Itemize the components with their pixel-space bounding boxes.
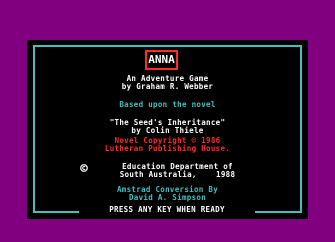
publisher-line: Lutheran Publishing House.: [104, 144, 231, 153]
based-on-line: Based upon the novel: [119, 100, 216, 109]
press-any-key-prompt[interactable]: PRESS ANY KEY WHEN READY: [79, 205, 255, 214]
converter-line: David A. Simpson: [128, 193, 207, 202]
game-screen[interactable]: ANNA An Adventure Game by Graham R. Webb…: [27, 40, 308, 219]
state-year-line: South Australia, 1988: [119, 170, 236, 179]
author-line: by Graham R. Webber: [121, 82, 214, 91]
title-box: ANNA: [145, 50, 178, 70]
game-title: ANNA: [147, 52, 176, 68]
novelist-line: by Colin Thiele: [131, 126, 204, 135]
